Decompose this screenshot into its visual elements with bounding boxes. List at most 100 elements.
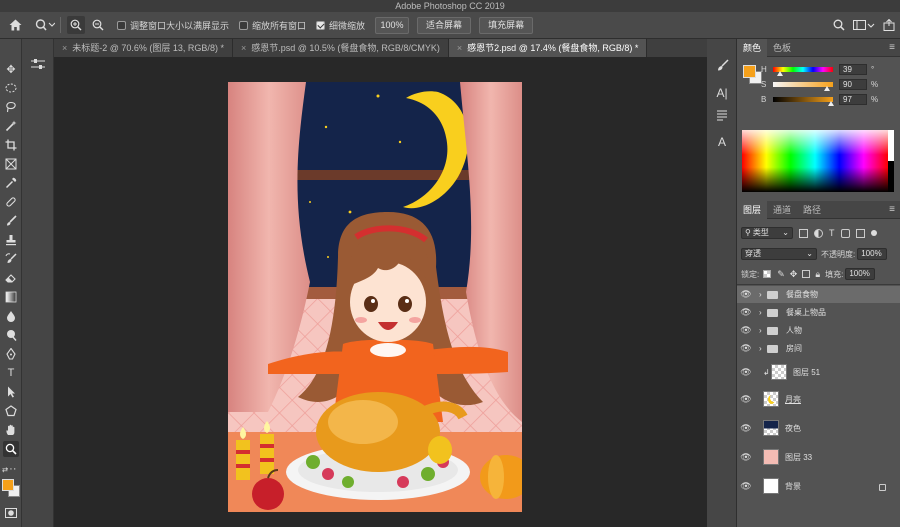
expand-arrow-icon[interactable]: ›	[759, 344, 767, 353]
close-icon[interactable]: ×	[62, 43, 67, 53]
saturation-value[interactable]: 90	[839, 78, 867, 90]
tab-thanksgiving-2[interactable]: × 感恩节2.psd @ 17.4% (餐盘食物, RGB/8) *	[448, 39, 648, 57]
zoom-value-field[interactable]: 100%	[375, 16, 410, 34]
color-spectrum[interactable]	[742, 130, 888, 192]
white-black-ramp[interactable]	[888, 130, 894, 192]
dodge-tool-icon[interactable]	[3, 327, 19, 343]
layer-row-group[interactable]: 👁︎ › 人物	[737, 322, 900, 339]
smart-object-filter-icon[interactable]	[855, 228, 865, 238]
tab-color[interactable]: 颜色	[737, 38, 768, 57]
fill-field[interactable]: 100%	[845, 268, 876, 280]
move-tool-icon[interactable]: ✥	[3, 61, 19, 77]
visibility-eye-icon[interactable]: 👁︎	[739, 394, 753, 405]
crop-tool-icon[interactable]	[3, 137, 19, 153]
glyphs-panel-icon[interactable]: A	[714, 134, 730, 150]
stamp-tool-icon[interactable]	[3, 232, 19, 248]
hand-tool-icon[interactable]	[3, 422, 19, 438]
lasso-tool-icon[interactable]	[3, 99, 19, 115]
type-tool-icon[interactable]: T	[3, 365, 19, 381]
tab-paths[interactable]: 路径	[797, 201, 827, 219]
filter-toggle-icon[interactable]	[870, 230, 877, 236]
paragraph-panel-icon[interactable]	[714, 107, 730, 123]
eraser-tool-icon[interactable]	[3, 270, 19, 286]
healing-brush-tool-icon[interactable]	[3, 194, 19, 210]
lock-artboard-icon[interactable]	[802, 270, 811, 278]
marquee-tool-icon[interactable]	[3, 80, 19, 96]
brightness-value[interactable]: 97	[839, 93, 867, 105]
visibility-eye-icon[interactable]: 👁︎	[739, 452, 753, 463]
brightness-slider[interactable]	[773, 96, 835, 106]
expand-arrow-icon[interactable]: ›	[759, 326, 767, 335]
fit-screen-button[interactable]: 适合屏幕	[417, 16, 472, 34]
tab-thanksgiving[interactable]: × 感恩节.psd @ 10.5% (餐盘食物, RGB/8/CMYK)	[233, 39, 449, 57]
share-icon[interactable]	[878, 15, 900, 35]
color-fg-swatch[interactable]	[743, 65, 756, 78]
visibility-eye-icon[interactable]: 👁︎	[739, 367, 753, 378]
visibility-eye-icon[interactable]: 👁︎	[739, 325, 753, 336]
layer-row[interactable]: 👁︎ ↲ 图层 51	[737, 360, 900, 384]
pixel-filter-icon[interactable]	[799, 228, 808, 238]
blur-tool-icon[interactable]	[3, 308, 19, 324]
opacity-field[interactable]: 100%	[857, 248, 888, 260]
checkbox-box[interactable]	[239, 20, 249, 30]
type-filter-icon[interactable]: T	[829, 228, 835, 238]
close-icon[interactable]: ×	[457, 43, 462, 53]
checkbox-box-checked[interactable]	[316, 20, 326, 30]
foreground-color-swatch[interactable]	[2, 479, 14, 491]
panel-menu-icon[interactable]: ≡	[889, 42, 895, 53]
tab-layers[interactable]: 图层	[737, 200, 768, 219]
adjustment-filter-icon[interactable]	[814, 228, 823, 238]
layer-row-background[interactable]: 👁︎ 背景	[737, 474, 900, 498]
magic-wand-tool-icon[interactable]	[3, 118, 19, 134]
expand-arrow-icon[interactable]: ›	[759, 308, 767, 317]
quick-mask-icon[interactable]	[3, 505, 19, 521]
character-panel-icon[interactable]: A|	[714, 85, 730, 101]
path-selection-tool-icon[interactable]	[3, 384, 19, 400]
layer-row-group[interactable]: 👁︎ › 餐盘食物	[737, 286, 900, 303]
eyedropper-tool-icon[interactable]	[3, 175, 19, 191]
panel-menu-icon[interactable]: ≡	[889, 204, 895, 215]
shape-tool-icon[interactable]	[3, 403, 19, 419]
tab-untitled-2[interactable]: × 未标题-2 @ 70.6% (图层 13, RGB/8) *	[54, 39, 233, 57]
hue-thumb[interactable]	[776, 70, 783, 76]
workspace-icon[interactable]	[850, 15, 878, 35]
zoom-tool-preset-icon[interactable]	[30, 15, 60, 35]
tab-channels[interactable]: 通道	[767, 201, 797, 219]
lock-position-icon[interactable]: ✥	[790, 269, 798, 280]
layer-row[interactable]: 👁︎ 图层 33	[737, 445, 900, 469]
expand-arrow-icon[interactable]: ›	[759, 290, 767, 299]
visibility-eye-icon[interactable]: 👁︎	[739, 423, 753, 434]
shape-filter-icon[interactable]	[840, 228, 850, 238]
layer-row-group[interactable]: 👁︎ › 房间	[737, 340, 900, 357]
visibility-eye-icon[interactable]: 👁︎	[739, 289, 753, 300]
frame-tool-icon[interactable]	[3, 156, 19, 172]
checkbox-box[interactable]	[117, 20, 126, 30]
lock-paint-icon[interactable]: ✎	[777, 269, 785, 280]
brush-settings-icon[interactable]	[714, 57, 730, 73]
home-icon[interactable]	[0, 15, 30, 35]
zoom-tool-icon[interactable]	[3, 441, 19, 457]
visibility-eye-icon[interactable]: 👁︎	[739, 343, 753, 354]
blend-mode-dropdown[interactable]: 穿透 ⌄	[741, 248, 817, 260]
brush-tool-icon[interactable]	[3, 213, 19, 229]
gradient-tool-icon[interactable]	[3, 289, 19, 305]
visibility-eye-icon[interactable]: 👁︎	[739, 307, 753, 318]
sliders-icon[interactable]	[30, 57, 46, 71]
lock-transparent-icon[interactable]	[763, 270, 772, 278]
zoom-all-windows-checkbox[interactable]: 缩放所有窗口	[239, 19, 306, 32]
hue-slider[interactable]	[773, 66, 833, 76]
saturation-slider[interactable]	[773, 81, 833, 91]
fill-screen-button[interactable]: 填充屏幕	[479, 16, 534, 34]
layer-row-group[interactable]: 👁︎ › 餐桌上物品	[737, 304, 900, 321]
brightness-thumb[interactable]	[828, 100, 835, 106]
layer-row[interactable]: 👁︎ 月亮	[737, 387, 900, 411]
close-icon[interactable]: ×	[241, 43, 246, 53]
search-icon[interactable]	[828, 15, 850, 35]
swap-colors-icon[interactable]: ⇄	[2, 467, 10, 475]
scrubby-zoom-checkbox[interactable]: 细微缩放	[316, 19, 365, 32]
pen-tool-icon[interactable]	[3, 346, 19, 362]
zoom-in-icon[interactable]	[67, 16, 85, 34]
artwork-canvas[interactable]	[228, 82, 522, 512]
history-brush-tool-icon[interactable]	[3, 251, 19, 267]
resize-windows-checkbox[interactable]: 调整窗口大小以满屏显示	[117, 19, 229, 32]
